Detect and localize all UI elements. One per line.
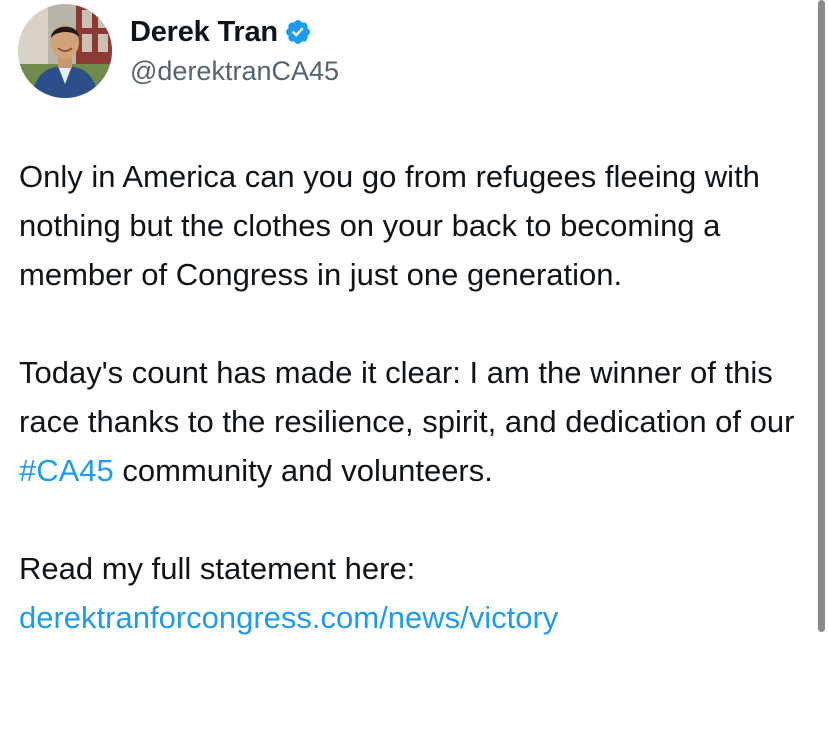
tweet-text: Only in America can you go from refugees… [19,152,819,642]
tweet-text-segment: Today's count has made it clear: I am th… [19,355,795,439]
tweet-text-segment: Read my full statement here: [19,551,416,586]
tweet-text-segment: community and volunteers. [113,453,493,488]
verified-badge-icon [284,18,312,46]
name-row: Derek Tran [130,14,339,50]
display-name[interactable]: Derek Tran [130,16,278,49]
scrollbar[interactable] [818,0,825,632]
tweet-paragraph: Today's count has made it clear: I am th… [19,348,819,495]
avatar-photo [18,4,112,98]
tweet-header: Derek Tran @derektranCA45 [18,4,339,100]
author-identity: Derek Tran @derektranCA45 [130,14,339,87]
tweet: Derek Tran @derektranCA45 Only in Americ… [0,0,828,742]
tweet-paragraph: Read my full statement here: derektranfor… [19,544,819,642]
external-link[interactable]: derektranforcongress.com/news/victory [19,600,558,635]
tweet-paragraph: Only in America can you go from refugees… [19,159,760,292]
author-handle[interactable]: @derektranCA45 [130,56,339,87]
avatar[interactable] [18,4,112,98]
hashtag-link[interactable]: #CA45 [19,453,114,488]
